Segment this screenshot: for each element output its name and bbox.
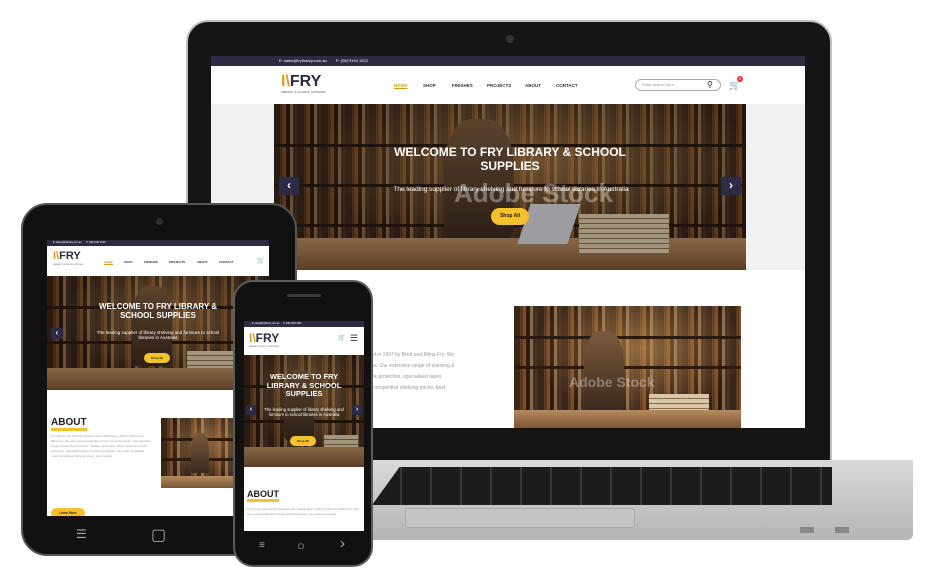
logo-subtitle: LIBRARY & SCHOOL SUPPLIES (281, 90, 326, 94)
tablet-shop-all-button[interactable]: Shop All (144, 353, 170, 363)
phone-home-button[interactable]: ○ (297, 538, 305, 553)
phone-screen: E: sales@fryflorary.com.au P: (08) 9194 … (244, 321, 364, 531)
phone-back-button[interactable]: › (340, 535, 345, 552)
tablet-topbar: E: sales@fryflorary.com.au P: (08) 9194 … (47, 240, 269, 246)
tablet-logo-subtitle: LIBRARY & SCHOOL SUPPLIES (53, 264, 83, 266)
site-logo[interactable]: I\FRY (281, 73, 321, 91)
slider-prev-button[interactable]: ‹ (279, 177, 299, 195)
tablet-cart-icon[interactable]: 🛒 (257, 257, 264, 264)
tablet-about-text: Fry Library and School Supplies was esta… (51, 434, 151, 459)
contact-phone[interactable]: P: (08) 9194 1522 (336, 58, 368, 63)
top-contact-bar: E: sales@fryflorary.com.au P: (08) 9194 … (211, 56, 805, 66)
tablet-nav-shop[interactable]: SHOP (124, 260, 133, 264)
hero-title: WELCOME TO FRY LIBRARY & SCHOOL SUPPLIES (394, 145, 626, 173)
logo-name: FRY (289, 73, 322, 90)
nav-finishes[interactable]: FINISHES (452, 83, 473, 88)
phone-hero-subtitle: The leading supplier of library shelving… (264, 407, 344, 417)
tablet-hero-title: WELCOME TO FRY LIBRARY & SCHOOL SUPPLIES (98, 302, 218, 321)
tablet-hero-subtitle: The leading supplier of library shelving… (96, 330, 220, 340)
laptop-port (835, 527, 849, 533)
phone-logo[interactable]: I\FRY (249, 331, 279, 345)
phone-topbar: E: sales@fryflorary.com.au P: (08) 9194 … (244, 321, 364, 327)
search-icon[interactable]: ⚲ (707, 80, 713, 90)
logo-mark: I\ (281, 73, 290, 90)
tablet-nav-contact[interactable]: CONTACT (219, 260, 233, 264)
laptop-keyboard (372, 467, 832, 505)
shop-all-button[interactable]: Shop All (491, 208, 529, 225)
phone-cart-icon[interactable]: 🛒 (338, 334, 345, 341)
phone-about-heading: ABOUT (247, 489, 279, 502)
phone-contact-email[interactable]: E: sales@fryflorary.com.au (252, 323, 279, 325)
tablet-home-button[interactable]: ▢ (151, 525, 166, 545)
phone-speaker (287, 294, 321, 297)
hero-subtitle: The leading supplier of library shelving… (393, 186, 629, 193)
about-text-line: ted in 1997 by Brett and Mitna Fry. We (369, 352, 455, 358)
about-text-line: ess. Our extensive range of shelving & (369, 363, 455, 369)
phone-slider-next[interactable]: › (352, 405, 362, 415)
phone-shop-all-button[interactable]: Shop All (290, 436, 316, 446)
contact-email[interactable]: E: sales@fryflorary.com.au (279, 58, 327, 63)
nav-home[interactable]: HOME (394, 83, 408, 88)
about-text-line: e competitive shelving prices, best (369, 385, 446, 391)
tablet-learn-more-button[interactable]: Learn More (51, 508, 85, 516)
tablet-slider-prev[interactable]: ‹ (51, 328, 63, 339)
phone-logo-subtitle: LIBRARY & SCHOOL SUPPLIES (249, 346, 279, 348)
tablet-about-heading: ABOUT (51, 417, 87, 431)
phone-menu-button[interactable]: ≡ (259, 540, 265, 551)
cart-count-badge: 0 (737, 76, 743, 82)
tablet-contact-phone[interactable]: P: (08) 9194 1522 (86, 241, 105, 244)
nav-shop[interactable]: SHOP (423, 83, 436, 88)
tablet-menu-button[interactable]: ☰ (76, 527, 87, 541)
nav-projects[interactable]: PROJECTS (487, 83, 511, 88)
laptop-trackpad (405, 508, 635, 528)
watermark: Adobe Stock (454, 178, 613, 208)
tablet-camera (156, 218, 163, 225)
tablet-nav-finishes[interactable]: FINISHES (144, 260, 158, 264)
about-image: Adobe Stock (514, 306, 741, 428)
phone-about-text: Fry Library and School Supplies was esta… (247, 507, 359, 517)
phone-slider-prev[interactable]: ‹ (246, 405, 256, 415)
nav-contact[interactable]: CONTACT (556, 83, 578, 88)
tablet-logo[interactable]: I\FRY (53, 250, 81, 262)
tablet-nav-projects[interactable]: PROJECTS (169, 260, 185, 264)
laptop-port (800, 527, 814, 533)
tablet-nav-about[interactable]: ABOUT (197, 260, 208, 264)
phone-hero-title: WELCOME TO FRY LIBRARY & SCHOOL SUPPLIES (266, 372, 342, 399)
nav-about[interactable]: ABOUT (525, 83, 541, 88)
tablet-contact-email[interactable]: E: sales@fryflorary.com.au (53, 241, 82, 244)
tablet-nav-home[interactable]: HOME (104, 260, 113, 264)
about-text-line: ook protection, specialised tapes (369, 374, 442, 380)
phone-contact-phone[interactable]: P: (08) 9194 1522 (283, 323, 301, 325)
about-watermark: Adobe Stock (569, 374, 655, 390)
laptop-camera (506, 35, 514, 43)
slider-next-button[interactable]: › (721, 177, 741, 195)
phone-hamburger-icon[interactable]: ☰ (350, 333, 358, 344)
